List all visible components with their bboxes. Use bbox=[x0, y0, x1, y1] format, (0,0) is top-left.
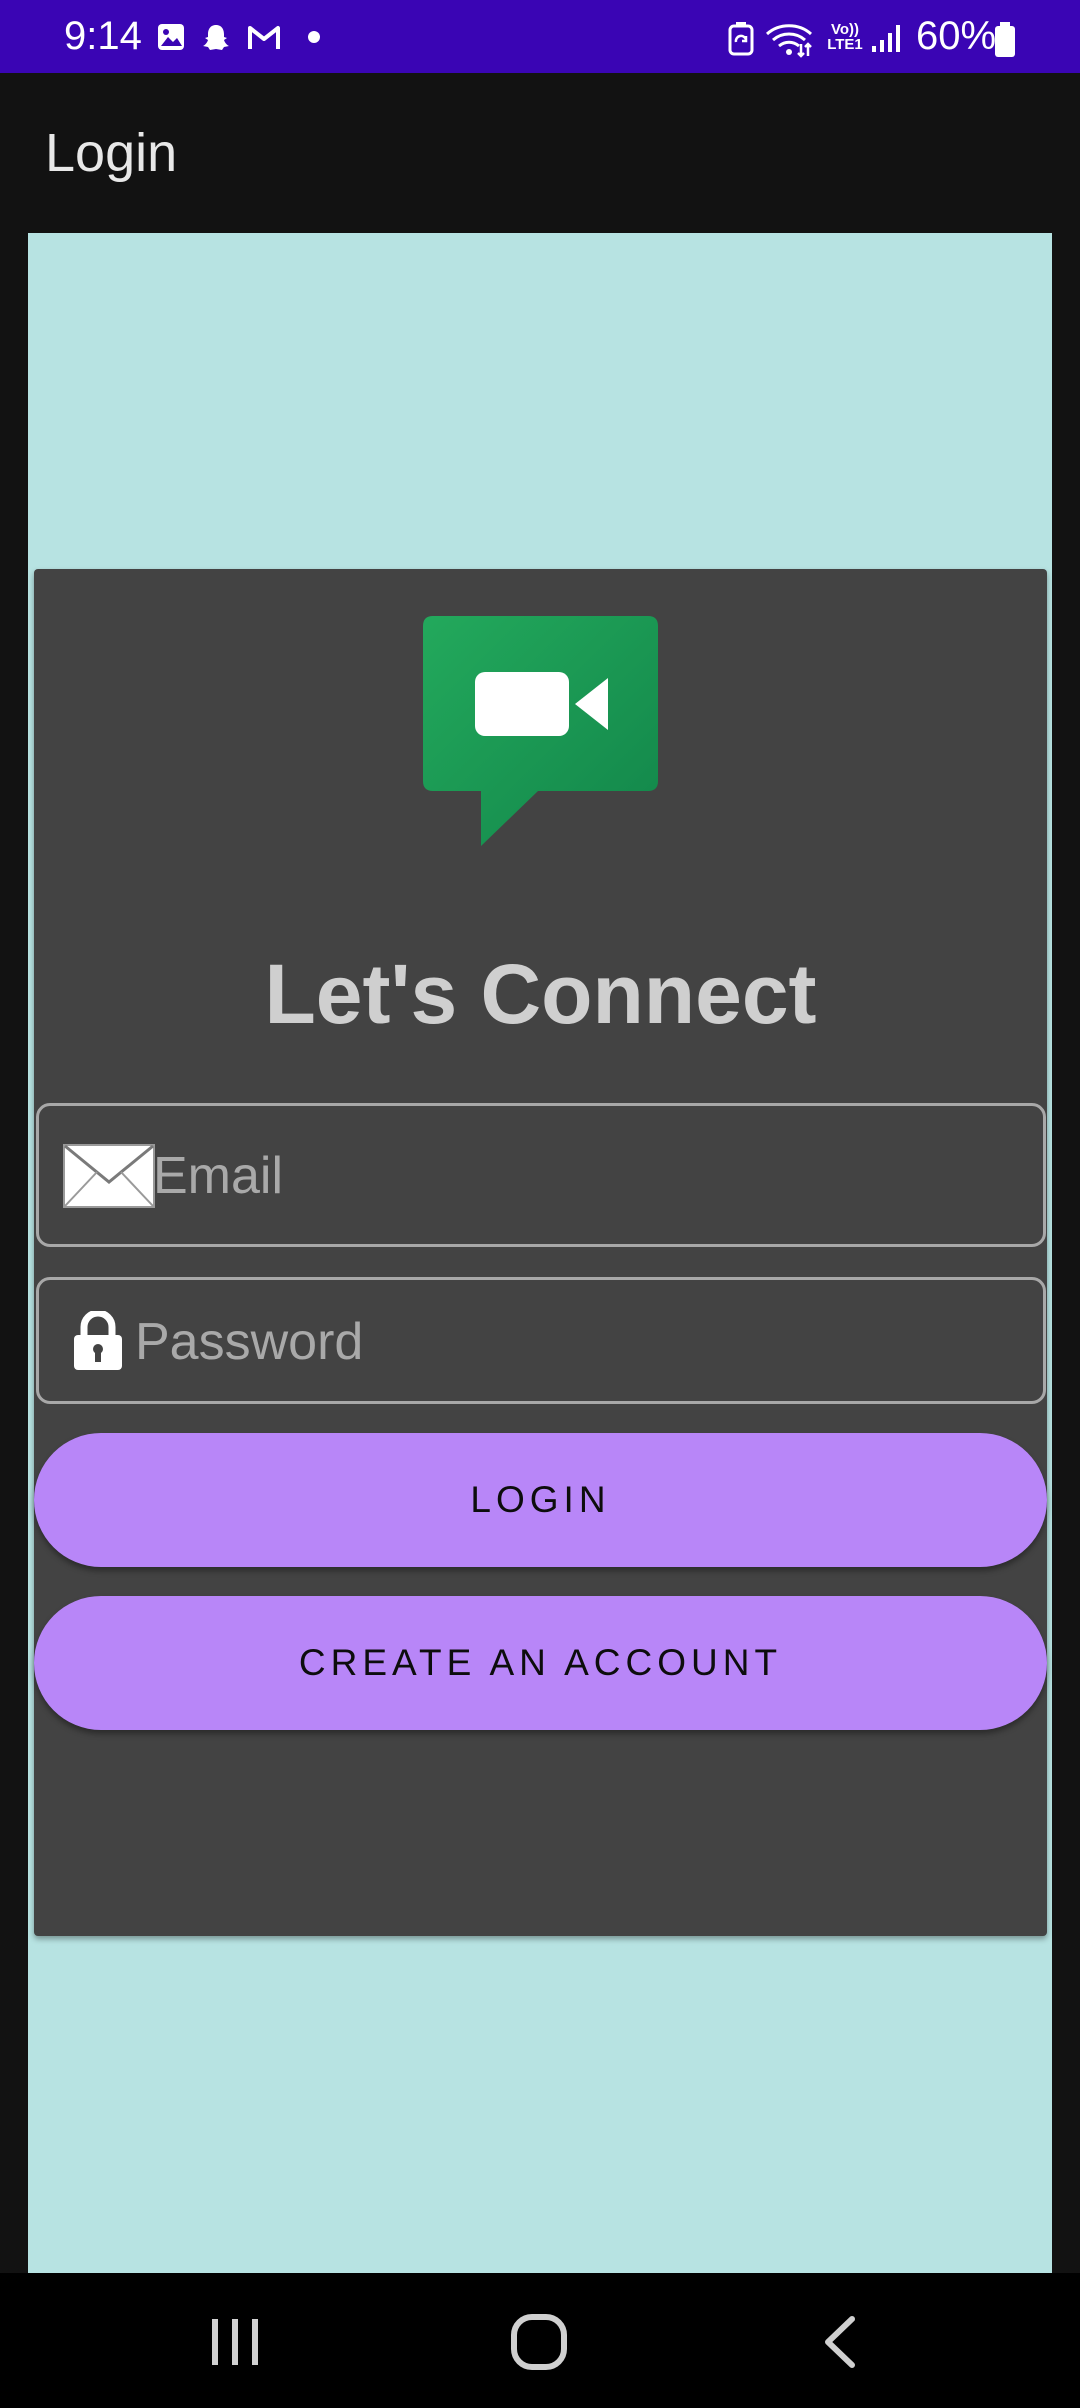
gallery-icon bbox=[158, 24, 184, 50]
email-field[interactable]: Email bbox=[36, 1103, 1046, 1247]
battery-saver-icon bbox=[728, 22, 754, 56]
page-title: Login bbox=[45, 123, 178, 183]
battery-percent: 60% bbox=[916, 14, 997, 58]
battery-icon bbox=[995, 22, 1015, 57]
signal-icon bbox=[872, 25, 900, 52]
app-bar: Login bbox=[0, 73, 1080, 233]
back-icon[interactable] bbox=[820, 2315, 860, 2369]
notification-dot-icon bbox=[308, 31, 320, 43]
wifi-icon bbox=[765, 24, 813, 58]
video-chat-icon bbox=[423, 616, 658, 846]
envelope-icon bbox=[63, 1144, 155, 1208]
gmail-icon bbox=[248, 26, 280, 49]
app-heading: Let's Connect bbox=[264, 947, 817, 1041]
status-time: 9:14 bbox=[64, 14, 142, 58]
login-button[interactable]: LOGIN bbox=[34, 1433, 1047, 1567]
snapchat-icon bbox=[203, 25, 229, 50]
password-field[interactable]: Password bbox=[36, 1277, 1046, 1404]
navigation-bar bbox=[0, 2273, 1080, 2408]
status-bar: 9:14 Vo)) LTE1 60% bbox=[0, 0, 1080, 73]
email-input[interactable]: Email bbox=[153, 1146, 283, 1206]
create-account-button[interactable]: CREATE AN ACCOUNT bbox=[34, 1596, 1047, 1730]
home-icon[interactable] bbox=[510, 2313, 568, 2371]
password-input[interactable]: Password bbox=[135, 1312, 363, 1372]
network-type-label: Vo)) LTE1 bbox=[827, 21, 863, 53]
recent-apps-icon[interactable] bbox=[208, 2317, 264, 2367]
lock-icon bbox=[74, 1311, 122, 1370]
